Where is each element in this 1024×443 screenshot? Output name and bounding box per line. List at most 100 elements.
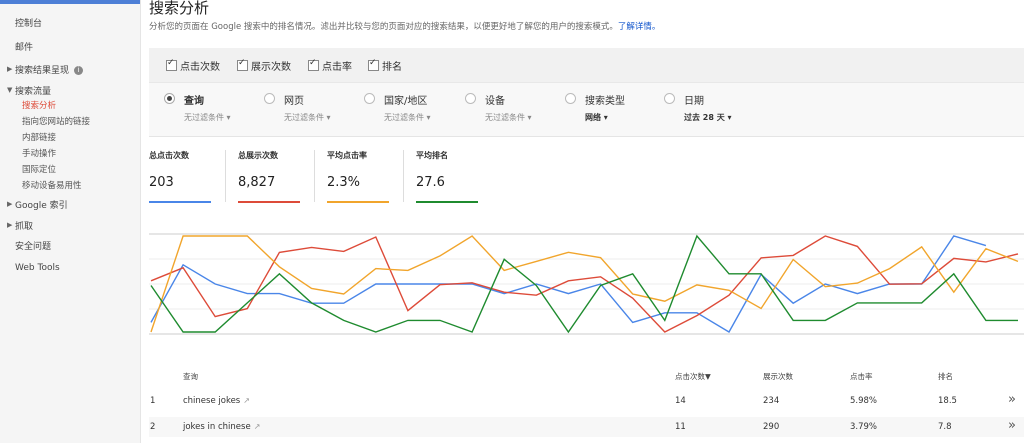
table-row[interactable]: 1 chinese jokes ↗ 14 234 5.98% 18.5 » [149,391,1024,411]
filter-device-label[interactable]: 设备 [485,92,505,107]
sidebar-item-intl-targeting[interactable]: 国际定位 [22,163,56,175]
checkbox-checked-icon[interactable] [237,58,248,71]
chevron-right-icon[interactable]: ▶ [7,65,12,73]
average-ctr-card[interactable]: 平均点击率 2.3% [327,150,389,203]
sidebar-item-label[interactable]: 搜索结果呈现 [15,66,69,76]
sidebar-item-search-traffic[interactable]: 搜索流量 [15,84,51,97]
column-header-clicks[interactable]: 点击次数▼ [675,371,711,382]
clicks-checkbox[interactable]: 点击次数 [166,58,220,73]
row-ctr: 3.79% [850,422,878,432]
ctr-checkbox-label[interactable]: 点击率 [322,62,352,73]
row-index: 2 [150,422,156,432]
chevron-right-icon[interactable]: ▶ [7,200,12,208]
radio-icon[interactable] [364,93,375,104]
filter-date-label[interactable]: 日期 [684,92,704,107]
learn-more-link[interactable]: 了解详情。 [618,22,661,32]
query-text[interactable]: jokes in chinese [183,422,251,432]
divider [314,150,315,202]
main-content: 搜索分析 分析您的页面在 Google 搜索中的排名情况。滤出并比较与您的页面对… [149,0,1024,443]
filter-query-label[interactable]: 查询 [184,92,204,107]
query-text[interactable]: chinese jokes [183,396,240,406]
row-clicks: 14 [675,396,686,406]
chevron-right-icon[interactable]: ▶ [7,221,12,229]
total-impressions-underline [238,201,300,203]
chevron-down-icon[interactable]: ▼ [7,86,12,94]
sidebar-item-mobile-usability[interactable]: 移动设备易用性 [22,179,82,191]
radio-icon[interactable] [565,93,576,104]
column-header-position[interactable]: 排名 [938,371,953,382]
total-impressions-card[interactable]: 总展示次数 8,827 [238,150,300,203]
external-link-icon[interactable]: ↗ [243,396,250,405]
radio-selected-icon[interactable] [164,93,175,104]
divider [403,150,404,202]
page-description: 分析您的页面在 Google 搜索中的排名情况。滤出并比较与您的页面对应的搜索结… [149,20,660,32]
divider [225,150,226,202]
average-position-label: 平均排名 [416,151,448,160]
sidebar-item-manual-actions[interactable]: 手动操作 [22,147,56,159]
filter-date-dropdown[interactable]: 过去 28 天 ▾ [684,112,732,123]
filter-page-dropdown[interactable]: 无过滤条件 ▾ [284,112,331,123]
sidebar-item-web-tools[interactable]: Web Tools [15,263,60,273]
total-clicks-label: 总点击次数 [149,151,189,160]
sidebar-item-mail[interactable]: 邮件 [15,40,33,53]
sidebar-item-search-appearance[interactable]: 搜索结果呈现 i [15,63,84,76]
row-query[interactable]: chinese jokes ↗ [183,396,250,406]
filter-device-dropdown[interactable]: 无过滤条件 ▾ [485,112,532,123]
position-checkbox[interactable]: 排名 [368,58,402,73]
filter-search-type-dropdown[interactable]: 网络 ▾ [585,112,608,123]
radio-icon[interactable] [664,93,675,104]
row-query[interactable]: jokes in chinese ↗ [183,422,260,432]
row-impressions: 234 [763,396,780,406]
checkbox-checked-icon[interactable] [166,58,177,71]
average-ctr-label: 平均点击率 [327,151,367,160]
column-header-impressions[interactable]: 展示次数 [763,371,793,382]
total-clicks-card[interactable]: 总点击次数 203 [149,150,211,203]
external-link-icon[interactable]: ↗ [254,422,261,431]
impressions-checkbox-label[interactable]: 展示次数 [251,62,291,73]
average-position-value: 27.6 [416,175,445,190]
row-impressions: 290 [763,422,780,432]
radio-icon[interactable] [465,93,476,104]
checkbox-checked-icon[interactable] [368,58,379,71]
page-title: 搜索分析 [149,0,210,17]
column-header-query[interactable]: 查询 [183,371,198,382]
ctr-checkbox[interactable]: 点击率 [308,58,352,73]
impressions-checkbox[interactable]: 展示次数 [237,58,291,73]
filter-search-type-label[interactable]: 搜索类型 [585,92,625,107]
sidebar-item-crawl[interactable]: 抓取 [15,219,33,232]
clicks-checkbox-label[interactable]: 点击次数 [180,62,220,73]
row-position: 7.8 [938,422,952,432]
table-row[interactable]: 2 jokes in chinese ↗ 11 290 3.79% 7.8 » [149,417,1024,437]
chevron-double-right-icon[interactable]: » [1008,392,1016,407]
filter-country-label[interactable]: 国家/地区 [384,92,427,107]
total-impressions-label: 总展示次数 [238,151,278,160]
row-clicks: 11 [675,422,686,432]
radio-icon[interactable] [264,93,275,104]
sidebar-header-strip [0,0,140,4]
sidebar-item-google-index[interactable]: Google 索引 [15,198,68,211]
position-checkbox-label[interactable]: 排名 [382,62,402,73]
sidebar-item-dashboard[interactable]: 控制台 [15,16,42,29]
average-position-card[interactable]: 平均排名 27.6 [416,150,478,203]
dimension-filter-bar: 查询 无过滤条件 ▾ 网页 无过滤条件 ▾ 国家/地区 无过滤条件 ▾ 设备 无… [149,83,1024,137]
filter-page-label[interactable]: 网页 [284,92,304,107]
description-text: 分析您的页面在 Google 搜索中的排名情况。滤出并比较与您的页面对应的搜索结… [149,22,618,32]
average-position-underline [416,201,478,203]
sidebar-item-internal-links[interactable]: 内部链接 [22,131,56,143]
row-index: 1 [150,396,156,406]
sidebar-item-search-analytics[interactable]: 搜索分析 [22,99,56,111]
sidebar-item-security[interactable]: 安全问题 [15,239,51,252]
sidebar-item-links[interactable]: 指向您网站的链接 [22,115,90,127]
column-header-ctr[interactable]: 点击率 [850,371,873,382]
filter-country-dropdown[interactable]: 无过滤条件 ▾ [384,112,431,123]
chevron-double-right-icon[interactable]: » [1008,418,1016,433]
metric-selector-bar: 点击次数 展示次数 点击率 排名 [149,48,1024,83]
total-clicks-value: 203 [149,175,174,190]
checkbox-checked-icon[interactable] [308,58,319,71]
row-position: 18.5 [938,396,957,406]
row-ctr: 5.98% [850,396,878,406]
total-clicks-underline [149,201,211,203]
info-icon[interactable]: i [74,66,84,75]
filter-query-dropdown[interactable]: 无过滤条件 ▾ [184,112,231,123]
total-impressions-value: 8,827 [238,175,276,190]
